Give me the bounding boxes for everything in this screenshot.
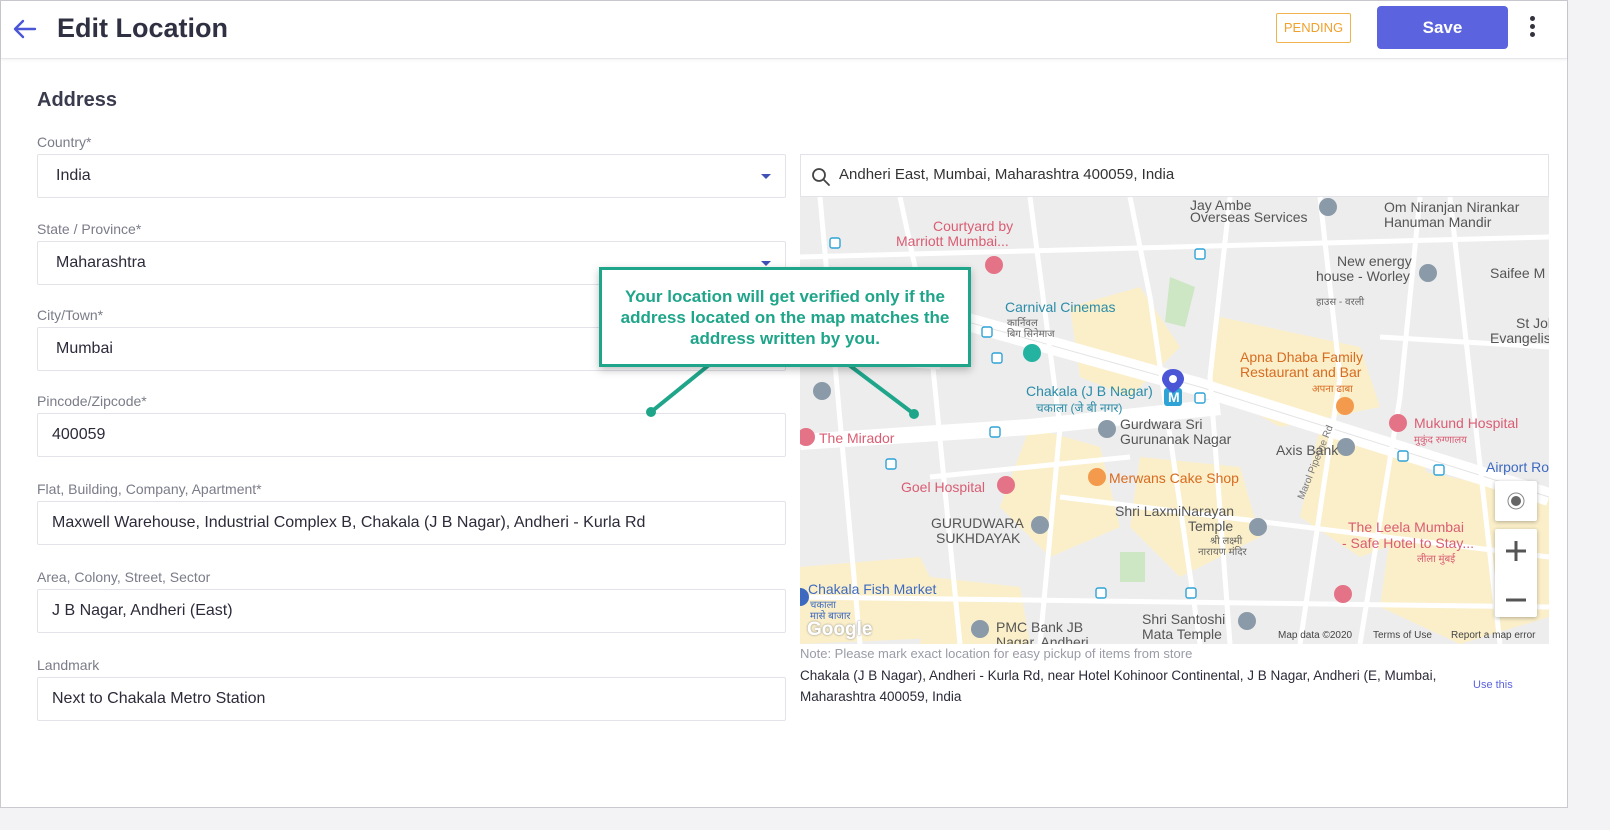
map-label: Courtyard by [933,218,1014,234]
map-label: Saifee M [1490,265,1546,281]
map-label: Chakala (J B Nagar) [1026,383,1153,399]
my-location-icon [1507,492,1525,510]
map-label: बिग सिनेमाज [1007,329,1055,340]
zoom-out-icon[interactable] [1495,578,1537,622]
map-label: लीला मुंबई [1417,554,1456,565]
page-title: Edit Location [57,13,228,43]
zoom-controls [1495,529,1537,617]
map-label: हाउस - वरली [1316,297,1365,308]
app-frame: Edit Location PENDING Save Address Count… [0,0,1568,808]
map-label: Goel Hospital [901,479,986,495]
search-icon [812,168,830,186]
top-bar: Edit Location PENDING Save [1,1,1567,59]
map-label: Apna Dhaba Family [1240,349,1363,365]
save-button[interactable]: Save [1377,6,1508,49]
country-value: India [56,167,91,184]
google-logo: Google [807,619,873,640]
map-note: Note: Please mark exact location for eas… [800,646,1193,661]
map-search-input[interactable]: Andheri East, Mumbai, Maharashtra 400059… [839,166,1174,183]
landmark-label: Landmark [37,657,100,673]
state-label: State / Province* [37,221,142,237]
report-map-error-link[interactable]: Report a map error [1451,630,1535,641]
callout-text: Your location will get verified only if … [620,287,950,348]
map-label: Restaurant and Bar [1240,364,1362,380]
map-label: Hanuman Mandir [1384,214,1492,230]
map-label: Overseas Services [1190,209,1308,225]
map-label: The Leela Mumbai [1348,519,1464,535]
map-label: The Mirador [819,430,895,446]
map-label: Mata Temple [1142,626,1222,642]
map-label: Shri LaxmiNarayan [1115,503,1235,519]
map-label: Gurdwara Sri [1120,416,1203,432]
map-label: अपना ढाबा [1312,384,1353,395]
map-label: St Johi [1516,315,1549,331]
status-badge: PENDING [1276,13,1351,43]
landmark-input[interactable]: Next to Chakala Metro Station [37,677,786,721]
resolved-address: Chakala (J B Nagar), Andheri - Kurla Rd,… [800,668,1437,704]
map-label: नारायण मंदिर [1198,547,1247,558]
map-label: - Safe Hotel to Stay... [1342,535,1475,551]
map-label: GURUDWARA [931,515,1024,531]
use-this-link[interactable]: Use this [1473,679,1513,691]
map-label: Merwans Cake Shop [1109,470,1239,486]
map-label: Mukund Hospital [1414,415,1519,431]
map-label: मुकुंद रुग्णालय [1414,435,1467,446]
map-label: Evangelist Ch [1490,330,1549,346]
pincode-label: Pincode/Zipcode* [37,393,147,409]
zoom-in-icon[interactable] [1495,529,1537,573]
map-view[interactable]: M Jay Ambe Overseas Services Om Niranjan… [800,197,1549,644]
map-data-credit: Map data ©2020 [1278,630,1353,641]
pincode-input[interactable]: 400059 [37,413,786,457]
map-label: New energy [1337,253,1412,269]
map-label: Marriott Mumbai... [896,233,1009,249]
map-label: SUKHDAYAK [936,530,1021,546]
city-label: City/Town* [37,307,104,323]
map-label: Nagar, Andheri [996,634,1089,644]
map-label: PMC Bank JB [996,619,1084,635]
verification-callout: Your location will get verified only if … [599,267,971,367]
map-label: चकाला (जे बी नगर) [1036,401,1123,415]
section-title: Address [37,89,118,111]
map-label: Airport Ro [1486,459,1549,475]
area-input[interactable]: J B Nagar, Andheri (East) [37,589,786,633]
country-label: Country* [37,134,92,150]
map-label: Temple [1188,518,1234,534]
country-select[interactable]: India [37,154,786,198]
flat-label: Flat, Building, Company, Apartment* [37,481,262,497]
state-value: Maharashtra [56,254,146,271]
map-label: Shri Santoshi [1142,611,1226,627]
back-arrow-icon[interactable] [11,15,39,43]
flat-input[interactable]: Maxwell Warehouse, Industrial Complex B,… [37,501,786,545]
map-label: Chakala Fish Market [808,581,937,597]
map-label: house - Worley [1316,268,1410,284]
city-value: Mumbai [56,340,113,357]
map-label: Carnival Cinemas [1005,299,1116,315]
map-search-bar[interactable]: Andheri East, Mumbai, Maharashtra 400059… [800,154,1549,197]
caret-down-icon [761,261,771,266]
map-label: Gurunanak Nagar [1120,431,1232,447]
my-location-button[interactable] [1495,481,1537,521]
terms-link[interactable]: Terms of Use [1373,630,1432,641]
map-label: Om Niranjan Nirankar [1384,199,1520,215]
caret-down-icon [761,174,771,179]
more-vert-icon[interactable] [1521,13,1543,45]
area-label: Area, Colony, Street, Sector [37,569,211,585]
